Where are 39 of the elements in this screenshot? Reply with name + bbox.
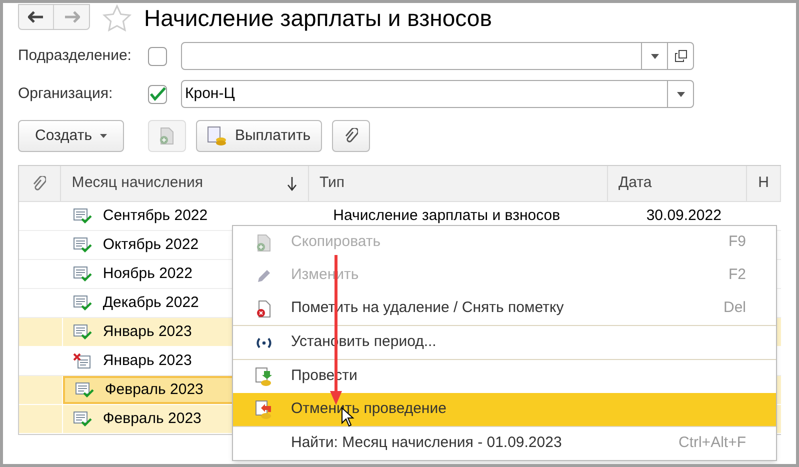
field-label: Организация: [18, 84, 114, 104]
table-cell-text: Начисление зарплаты и взносов [333, 206, 560, 226]
caret-icon [676, 92, 684, 96]
paperclip-icon [32, 176, 46, 192]
column-header[interactable]: Дата [608, 166, 748, 201]
check-icon [150, 87, 166, 101]
document-plus-icon [256, 234, 272, 252]
pay-button[interactable]: Выплатить [196, 120, 322, 152]
caret-icon [650, 54, 658, 58]
right-arrow-icon [64, 11, 80, 23]
menu-item[interactable]: Найти: Месяц начисления - 01.09.2023 Ctrl+Alt+F [233, 427, 776, 460]
period-icon [255, 336, 273, 350]
paperclip-icon [344, 128, 358, 144]
left-arrow-icon [28, 11, 44, 23]
select-field[interactable] [181, 42, 694, 70]
copy-button[interactable] [148, 120, 186, 152]
menu-item[interactable]: Отменить проведение [233, 393, 776, 426]
field-label: Подразделение: [18, 46, 132, 66]
table-cell-text: 30.09.2022 [646, 206, 722, 226]
star-icon[interactable] [102, 4, 132, 32]
attach-button[interactable] [332, 120, 370, 152]
coins-document-icon [207, 126, 228, 146]
field-value: Крон-Ц [185, 84, 235, 104]
unpost-document-icon [255, 400, 273, 420]
caret-icon [100, 134, 108, 138]
column-header[interactable]: Н [747, 166, 781, 201]
post-document-icon [255, 366, 273, 386]
window-title: Начисление зарплаты и взносов [144, 4, 492, 33]
document-delete-icon [256, 300, 272, 318]
create-button[interactable]: Создать [18, 120, 124, 152]
document-plus-icon [159, 127, 176, 145]
checkbox[interactable] [148, 46, 167, 66]
pencil-icon [256, 268, 272, 284]
select-field[interactable]: Крон-Ц [181, 80, 694, 108]
open-icon [674, 50, 686, 62]
column-header[interactable]: Месяц начисления [60, 166, 309, 201]
checkbox[interactable] [148, 84, 167, 104]
sort-down-icon [286, 176, 297, 190]
column-header[interactable]: Тип [308, 166, 608, 201]
